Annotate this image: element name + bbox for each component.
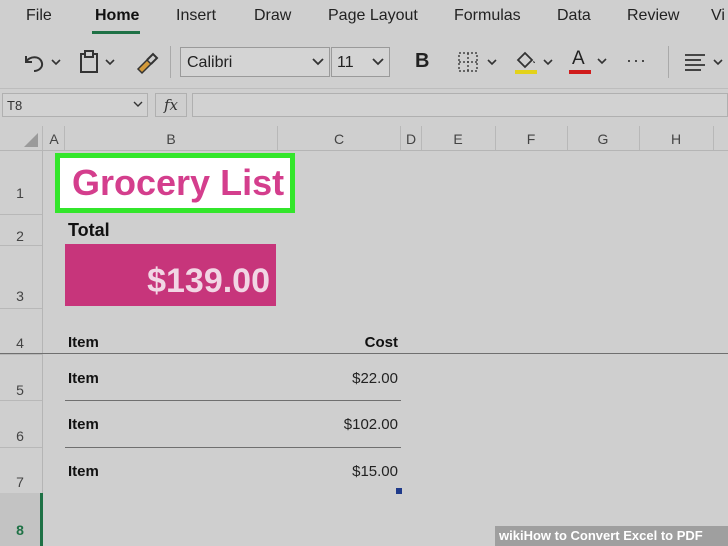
bold-button[interactable]: B [415,50,429,73]
tab-view[interactable]: Vi [711,7,725,25]
row-header-3[interactable]: 3 [0,288,40,304]
title-cell[interactable]: Grocery List [55,153,295,213]
name-box-value: T8 [7,98,23,113]
column-header-h[interactable]: H [639,131,713,147]
font-name-dropdown[interactable]: Calibri [180,47,330,77]
font-name-value: Calibri [187,54,233,71]
fx-label: fx [164,96,179,114]
column-divider [567,126,568,150]
item-cost[interactable]: $15.00 [352,463,398,480]
name-box[interactable]: T8 [2,93,148,117]
column-divider [495,126,496,150]
row-header-5[interactable]: 5 [0,382,40,398]
row-divider [0,214,42,215]
column-header-f[interactable]: F [495,131,567,147]
paste-icon[interactable] [78,49,122,75]
row-divider [0,354,42,355]
chevron-down-icon [372,58,384,66]
item-name[interactable]: Item [68,370,99,387]
format-painter-icon[interactable] [134,49,160,75]
row-border [65,400,401,401]
column-divider [42,126,43,150]
watermark: wikiHow to Convert Excel to PDF [495,526,728,546]
row-divider [0,400,42,401]
tab-file[interactable]: File [26,7,52,25]
total-value: $139.00 [147,262,270,300]
tab-formulas[interactable]: Formulas [454,7,521,25]
font-color-button[interactable]: A [566,48,612,76]
row-header-4[interactable]: 4 [0,335,40,351]
tab-insert[interactable]: Insert [176,7,216,25]
fill-handle[interactable] [396,488,402,494]
item-cost[interactable]: $22.00 [352,370,398,387]
total-cell[interactable]: $139.00 [65,244,276,306]
column-header-d[interactable]: D [401,131,421,147]
font-size-dropdown[interactable]: 11 [331,47,390,77]
sheet-title: Grocery List [72,162,285,203]
more-options-button[interactable]: ··· [626,50,647,71]
active-row-indicator [40,493,43,546]
row-header-6[interactable]: 6 [0,428,40,444]
row-header-8[interactable]: 8 [0,522,40,538]
tab-draw[interactable]: Draw [254,7,291,25]
column-divider [64,126,65,150]
column-divider [639,126,640,150]
watermark-text: How to Convert Excel to PDF [523,528,703,543]
tab-home[interactable]: Home [95,7,139,25]
insert-function-button[interactable]: fx [155,93,187,117]
toolbar-separator [668,46,669,78]
header-item[interactable]: Item [68,334,99,351]
fill-color-icon[interactable] [512,48,558,76]
row-header-2[interactable]: 2 [0,228,40,244]
active-tab-indicator [92,31,140,34]
column-header-e[interactable]: E [421,131,495,147]
formula-bar: T8 fx [0,88,728,123]
font-color-letter: A [572,48,585,69]
tab-data[interactable]: Data [557,7,591,25]
undo-icon[interactable] [20,50,64,74]
select-all-icon[interactable] [24,133,38,147]
tab-page-layout[interactable]: Page Layout [328,7,418,25]
column-header-b[interactable]: B [66,131,276,147]
borders-icon[interactable] [456,50,502,74]
font-color-swatch [569,70,591,74]
align-icon[interactable] [682,50,728,74]
row-border [65,447,401,448]
tab-review[interactable]: Review [627,7,679,25]
column-headers: A B C D E F G H [0,126,728,151]
row-header-1[interactable]: 1 [0,185,40,201]
column-header-a[interactable]: A [44,131,64,147]
item-name[interactable]: Item [68,463,99,480]
total-label[interactable]: Total [68,220,110,241]
chevron-down-icon [312,58,324,66]
column-header-c[interactable]: C [278,131,400,147]
row-header-8-selected[interactable] [0,493,42,546]
column-divider [400,126,401,150]
item-name[interactable]: Item [68,416,99,433]
column-header-g[interactable]: G [567,131,639,147]
row-divider [0,308,42,309]
font-size-value: 11 [337,54,354,71]
item-cost[interactable]: $102.00 [344,416,398,433]
toolbar-separator [170,46,171,78]
row-header-7[interactable]: 7 [0,474,40,490]
home-toolbar: Calibri 11 B A ··· [0,36,728,88]
row-divider [0,447,42,448]
header-border [0,353,728,354]
column-divider [421,126,422,150]
row-divider [0,245,42,246]
ribbon-tabs: File Home Insert Draw Page Layout Formul… [0,0,728,36]
formula-input[interactable] [192,93,728,117]
chevron-down-icon [597,58,607,65]
header-cost[interactable]: Cost [365,334,398,351]
column-divider [713,126,714,150]
row-header-border [42,150,43,546]
watermark-brand: wiki [499,528,524,543]
column-divider [277,126,278,150]
chevron-down-icon [133,101,143,107]
